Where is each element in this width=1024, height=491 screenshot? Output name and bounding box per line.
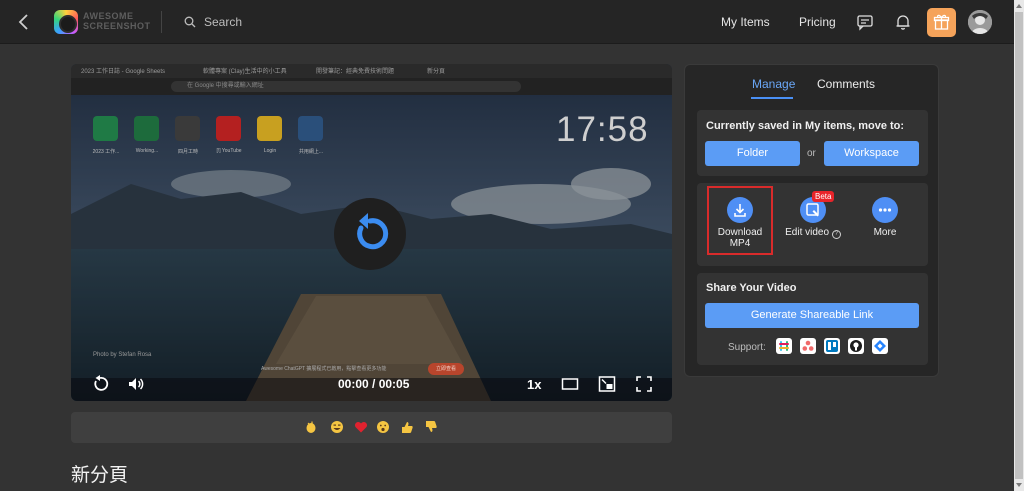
trello-icon[interactable] (824, 338, 840, 354)
recorded-notice-button: 立即查看 (428, 363, 464, 375)
folder-button[interactable]: Folder (705, 141, 800, 166)
download-label: Download MP4 (709, 227, 771, 249)
reactions-bar (71, 412, 672, 443)
support-label: Support: (728, 342, 766, 353)
thumbs-down-emoji-icon[interactable] (424, 420, 438, 434)
gift-button[interactable] (927, 8, 956, 37)
tab-manage[interactable]: Manage (752, 77, 795, 91)
user-avatar[interactable] (968, 10, 992, 34)
miro-desktop-icon (257, 116, 282, 141)
tab-comments[interactable]: Comments (817, 77, 875, 91)
brand-line-2: SCREENSHOT (83, 21, 151, 31)
search-placeholder: Search (204, 15, 243, 29)
recorded-tab: 2023 工作日誌 - Google Sheets (81, 69, 166, 75)
share-title: Share Your Video (706, 282, 797, 294)
laugh-emoji-icon[interactable] (330, 420, 344, 434)
windows-desktop-icon (298, 116, 323, 141)
gift-icon (933, 14, 950, 30)
desktop-icon-label: 四月工時 (177, 149, 198, 155)
search-input[interactable]: Search (184, 13, 242, 31)
edit-video-text: Edit video (785, 227, 830, 238)
recorded-url-field: 在 Google 中搜尋或輸入網址 (171, 81, 521, 92)
or-separator: or (807, 148, 816, 159)
github-icon[interactable] (848, 338, 864, 354)
clap-emoji-icon[interactable] (304, 420, 318, 434)
replay-icon (357, 213, 389, 250)
desktop-clock: 17:58 (556, 110, 649, 149)
heart-emoji-icon[interactable] (354, 420, 368, 434)
replay-button[interactable] (334, 198, 406, 270)
download-mp4-button[interactable]: Download MP4 (709, 187, 771, 255)
back-arrow-icon[interactable] (14, 11, 34, 33)
manage-panel: Manage Comments Currently saved in My it… (684, 64, 939, 377)
asana-icon[interactable] (800, 338, 816, 354)
playback-timecode: 00:00 / 00:05 (338, 377, 410, 391)
brand-name: AWESOME SCREENSHOT (83, 11, 151, 31)
notification-bell-icon[interactable] (894, 13, 912, 31)
nav-pricing[interactable]: Pricing (799, 15, 836, 29)
fullscreen-icon[interactable] (635, 375, 653, 393)
move-card-title: Currently saved in My items, move to: (706, 120, 905, 132)
photo-credit: Photo by Stefan Rosa (93, 352, 152, 358)
search-icon (184, 16, 196, 28)
desktop-icon-label: [!] YouTube (216, 148, 242, 154)
more-button[interactable]: More (857, 187, 913, 255)
video-player[interactable]: 2023 工作日誌 - Google Sheets 軟體專案 (Clay)生活中… (71, 64, 672, 401)
slack-icon[interactable] (776, 338, 792, 354)
avatar-image (968, 10, 992, 34)
recorded-tab: 開發筆記：經典免費技術問題 (316, 69, 395, 75)
jira-icon[interactable] (872, 338, 888, 354)
thumbs-up-emoji-icon[interactable] (400, 420, 414, 434)
help-circle-icon[interactable]: ? (831, 230, 841, 239)
replay-small-icon[interactable] (91, 375, 109, 393)
actions-card: Download MP4 Edit video ? Beta More (697, 183, 928, 266)
sheets-desktop-icon (93, 116, 118, 141)
desktop-icon-label: Login (263, 148, 277, 154)
feedback-icon[interactable] (856, 13, 874, 31)
desktop-icon-label: Working... (135, 148, 159, 154)
download-circle (727, 197, 753, 223)
app-logo[interactable] (54, 10, 78, 34)
recorded-tab: 軟體專案 (Clay)生活中的小工具 (203, 69, 287, 75)
youtube-desktop-icon (216, 116, 241, 141)
edit-video-label: Edit video ? (783, 227, 843, 239)
scroll-up-arrow-icon[interactable] (1016, 4, 1022, 8)
page-scrollbar[interactable] (1014, 0, 1024, 491)
workspace-button[interactable]: Workspace (824, 141, 919, 166)
top-bar: AWESOME SCREENSHOT Search My Items Prici… (0, 0, 1024, 44)
more-dots-icon (878, 208, 892, 212)
more-label: More (873, 227, 897, 238)
header-divider (161, 11, 162, 33)
download-label-line-1: Download (717, 227, 763, 238)
theater-mode-icon[interactable] (561, 375, 579, 393)
volume-icon[interactable] (127, 375, 145, 393)
surprised-emoji-icon[interactable] (376, 420, 390, 434)
page-title: 新分頁 (71, 465, 129, 486)
download-label-line-2: MP4 (729, 238, 751, 249)
nav-my-items[interactable]: My Items (721, 15, 770, 29)
beta-badge: Beta (812, 191, 835, 202)
desktop-icon-label: 共用網上... (298, 149, 324, 155)
scrollbar-thumb[interactable] (1015, 12, 1023, 479)
recorded-browser-tabs: 2023 工作日誌 - Google Sheets 軟體專案 (Clay)生活中… (71, 64, 672, 78)
more-circle (872, 197, 898, 223)
download-icon (734, 204, 746, 217)
gauge-desktop-icon (175, 116, 200, 141)
excel-desktop-icon (134, 116, 159, 141)
brand-line-1: AWESOME (83, 11, 134, 21)
generate-link-button[interactable]: Generate Shareable Link (705, 303, 919, 328)
recorded-url-bar: 在 Google 中搜尋或輸入網址 (71, 78, 672, 95)
playback-speed-button[interactable]: 1x (527, 377, 541, 392)
recorded-tab: 新分頁 (427, 69, 446, 75)
move-card: Currently saved in My items, move to: Fo… (697, 110, 928, 176)
picture-in-picture-icon[interactable] (598, 375, 616, 393)
scroll-down-arrow-icon[interactable] (1016, 483, 1022, 487)
desktop-icon-label: 2023 工作... (92, 149, 120, 155)
share-card: Share Your Video Generate Shareable Link… (697, 273, 928, 365)
active-tab-indicator (751, 97, 793, 99)
